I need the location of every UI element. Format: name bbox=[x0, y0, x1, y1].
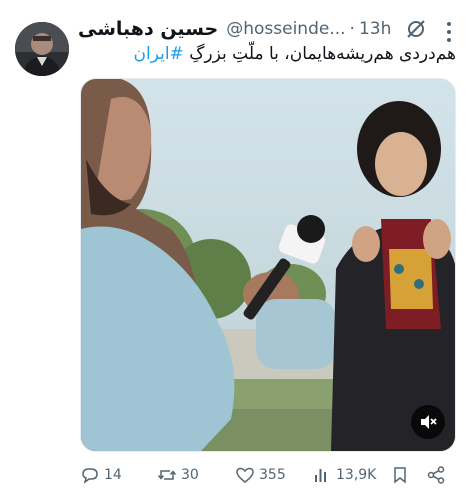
avatar[interactable] bbox=[15, 22, 69, 76]
like-button[interactable]: 355 bbox=[235, 462, 286, 488]
retweet-icon bbox=[157, 470, 177, 480]
reply-count: 14 bbox=[104, 467, 122, 483]
bookmark-icon bbox=[394, 467, 406, 484]
reply-icon bbox=[82, 468, 98, 484]
tweet-text-plain: هم‌دردی هم‌ریشه‌هایمان، با ملّتِ بزرگِ bbox=[183, 44, 456, 64]
video-player[interactable] bbox=[80, 78, 456, 452]
grok-badge-icon[interactable] bbox=[405, 18, 427, 40]
like-count: 355 bbox=[259, 467, 286, 483]
tweet-text: هم‌دردی هم‌ریشه‌هایمان، با ملّتِ بزرگِ #… bbox=[78, 44, 456, 72]
avatar-image bbox=[15, 22, 69, 76]
bookmark-button[interactable] bbox=[390, 462, 414, 488]
retweet-button[interactable]: 30 bbox=[157, 462, 199, 488]
heart-icon bbox=[236, 467, 254, 483]
tweet-actions: 14 30 355 13,9K bbox=[80, 462, 454, 488]
tweet-card[interactable]: حسین دهباشی @hosseinde... · 13h هم‌دردی … bbox=[0, 0, 470, 500]
share-button[interactable] bbox=[426, 462, 450, 488]
views-button[interactable]: 13,9K bbox=[312, 462, 376, 488]
author-handle[interactable]: @hosseinde... bbox=[226, 19, 345, 39]
hashtag-link[interactable]: #ایران bbox=[134, 44, 184, 64]
share-icon bbox=[427, 466, 445, 484]
more-icon[interactable] bbox=[446, 22, 452, 44]
views-icon bbox=[315, 469, 326, 482]
mute-icon[interactable] bbox=[411, 405, 445, 439]
tweet-header: حسین دهباشی @hosseinde... · 13h bbox=[78, 14, 458, 44]
author-name[interactable]: حسین دهباشی bbox=[78, 18, 218, 40]
reply-button[interactable]: 14 bbox=[80, 462, 122, 488]
retweet-count: 30 bbox=[181, 467, 199, 483]
separator-dot: · bbox=[349, 19, 355, 39]
video-frame bbox=[81, 79, 455, 451]
timestamp[interactable]: 13h bbox=[359, 19, 391, 39]
views-count: 13,9K bbox=[336, 467, 377, 483]
